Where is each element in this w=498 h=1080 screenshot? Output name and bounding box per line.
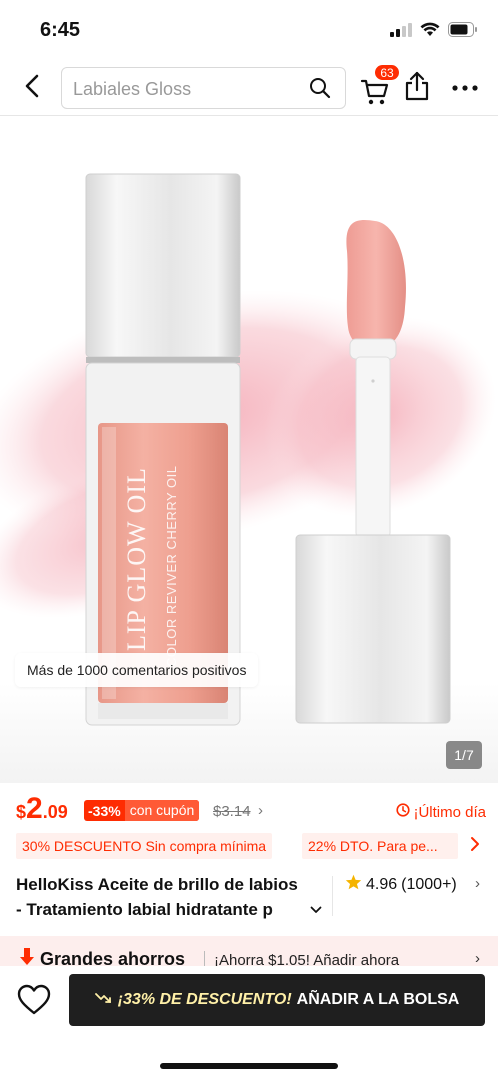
- rating-count: (1000+): [401, 875, 457, 893]
- battery-icon: [448, 22, 478, 42]
- search-input[interactable]: Labiales Gloss: [61, 67, 346, 109]
- wishlist-button[interactable]: [16, 984, 54, 1020]
- price-currency: $: [16, 802, 27, 822]
- chevron-right-icon[interactable]: ›: [258, 802, 263, 819]
- price-integer: 2: [26, 792, 43, 825]
- home-indicator[interactable]: [160, 1063, 338, 1069]
- back-button[interactable]: [14, 70, 50, 106]
- rating-value: 4.96: [366, 875, 398, 893]
- product-title[interactable]: HelloKiss Aceite de brillo de labios - T…: [16, 872, 331, 922]
- product-image-gallery[interactable]: LIP GLOW OIL COLOR REVIVER CHERRY OIL Má…: [0, 117, 498, 783]
- share-button[interactable]: [404, 70, 438, 106]
- wifi-icon: [420, 22, 440, 42]
- product-title-line: - Tratamiento labial hidratante p: [16, 900, 273, 919]
- image-page-indicator: 1/7: [446, 741, 482, 769]
- bottom-action-bar: ¡33% DE DESCUENTO! AÑADIR A LA BOLSA: [0, 966, 498, 1080]
- promo-row: 30% DESCUENTO Sin compra mínima 22% DTO.…: [16, 833, 486, 859]
- trend-down-icon: [94, 991, 113, 1009]
- add-button-label: AÑADIR A LA BOLSA: [296, 991, 460, 1008]
- chevron-down-icon[interactable]: [310, 901, 322, 919]
- chevron-right-icon[interactable]: ›: [475, 875, 480, 892]
- original-price[interactable]: $3.14: [213, 803, 251, 820]
- last-day-notice: ¡Último día: [396, 803, 486, 821]
- cellular-signal-icon: [390, 22, 412, 42]
- more-dots-icon: [450, 85, 480, 106]
- status-time: 6:45: [40, 19, 81, 41]
- chevron-left-icon: [23, 73, 41, 104]
- price-row: $ 2 .09 -33% con cupón $3.14 › ¡Último d…: [16, 792, 486, 828]
- nav-bar: Labiales Gloss 63: [0, 60, 498, 116]
- coupon-label: con cupón: [124, 800, 200, 821]
- rating-summary[interactable]: 4.96 (1000+): [345, 874, 457, 895]
- clock-icon: [396, 803, 411, 821]
- last-day-text: ¡Último día: [413, 803, 486, 821]
- cart-count-badge: 63: [374, 64, 400, 81]
- heart-icon: [16, 984, 52, 1020]
- star-icon: [345, 874, 362, 895]
- search-icon[interactable]: [309, 77, 331, 104]
- promo-chip[interactable]: 22% DTO. Para pe...: [302, 833, 458, 859]
- status-bar: 6:45: [0, 0, 498, 60]
- price-decimal: .09: [42, 802, 68, 822]
- share-icon: [404, 71, 430, 106]
- bottle-sub-text: COLOR REVIVER CHERRY OIL: [164, 465, 179, 667]
- review-highlight-pill: Más de 1000 comentarios positivos: [15, 653, 259, 687]
- discount-badge: -33% con cupón: [84, 800, 200, 821]
- search-placeholder: Labiales Gloss: [73, 79, 192, 99]
- discount-percent: -33%: [88, 802, 121, 819]
- chevron-right-icon[interactable]: [470, 836, 480, 857]
- sale-price: $ 2 .09: [16, 792, 68, 826]
- status-icons: [390, 22, 478, 42]
- promo-chip[interactable]: 30% DESCUENTO Sin compra mínima: [16, 833, 273, 859]
- cart-button[interactable]: 63: [358, 64, 400, 106]
- more-options-button[interactable]: [450, 72, 484, 104]
- product-title-line: HelloKiss Aceite de brillo de labios: [16, 875, 298, 894]
- bottle-label-text: LIP GLOW OIL: [122, 467, 151, 651]
- add-button-discount: ¡33% DE DESCUENTO!: [117, 991, 292, 1008]
- divider: [332, 876, 333, 916]
- chevron-right-icon: ›: [475, 950, 480, 967]
- add-to-bag-button[interactable]: ¡33% DE DESCUENTO! AÑADIR A LA BOLSA: [69, 974, 485, 1026]
- cart-icon: [360, 78, 390, 111]
